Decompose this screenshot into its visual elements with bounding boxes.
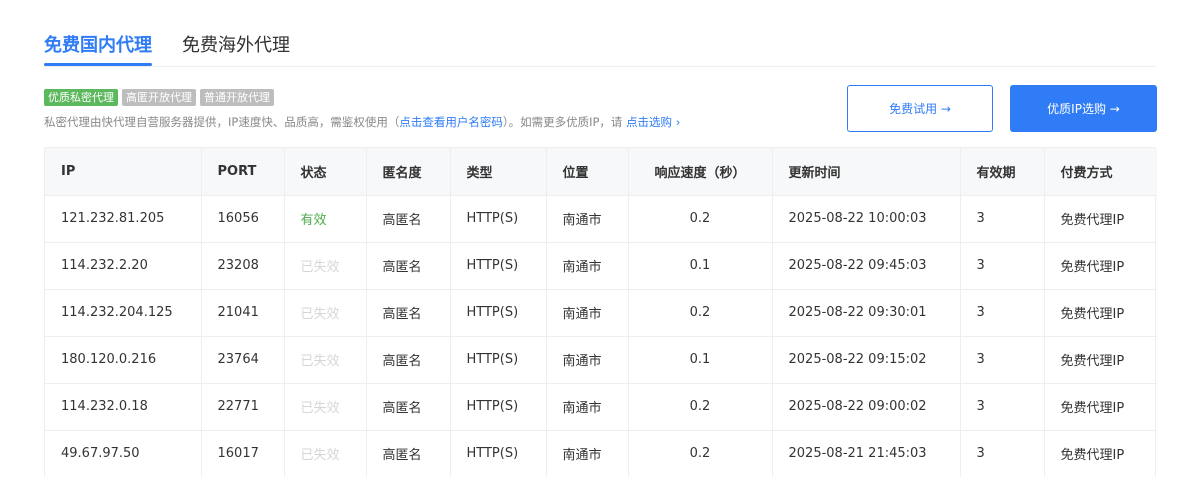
ip-cell: 180.120.0.216: [45, 335, 202, 383]
table-row: 114.232.204.125 21041 已失效 高匿名 HTTP(S) 南通市 0.2 2…: [45, 288, 1157, 336]
proxy-type-tags: 优质私密代理 高匿开放代理 普通开放代理: [44, 89, 274, 106]
ip-cell: 114.232.2.20: [45, 241, 202, 289]
update-time-cell: 2025-08-22 09:15:02: [772, 335, 961, 383]
desc-middle: ）。如需更多优质IP，请: [502, 115, 627, 129]
speed-cell: 0.2: [628, 429, 773, 477]
location-cell: 南通市: [546, 288, 629, 336]
type-cell: HTTP(S): [450, 335, 547, 383]
update-time-cell: 2025-08-22 09:45:03: [772, 241, 961, 289]
port-cell: 22771: [201, 382, 285, 430]
table-row: 114.232.2.20 23208 已失效 高匿名 HTTP(S) 南通市 0.1 2025…: [45, 241, 1157, 289]
table-row: 121.232.81.205 16056 有效 高匿名 HTTP(S) 南通市 0.2 202…: [45, 194, 1157, 242]
update-time-cell: 2025-08-21 21:45:03: [772, 429, 961, 477]
validity-cell: 3: [960, 382, 1045, 430]
update-time-cell: 2025-08-22 09:00:02: [772, 382, 961, 430]
port-cell: 23764: [201, 335, 285, 383]
premium-ip-button[interactable]: 优质IP选购 →: [1010, 85, 1157, 132]
port-cell: 23208: [201, 241, 285, 289]
column-header: 有效期: [960, 148, 1045, 195]
buy-link[interactable]: 点击选购 ›: [626, 115, 680, 129]
payment-cell: 免费代理IP: [1044, 429, 1157, 477]
validity-cell: 3: [960, 288, 1045, 336]
speed-cell: 0.2: [628, 194, 773, 242]
tab-domestic-proxy[interactable]: 免费国内代理: [44, 34, 152, 66]
column-header: 付费方式: [1044, 148, 1157, 195]
speed-cell: 0.1: [628, 241, 773, 289]
port-cell: 16056: [201, 194, 285, 242]
proxy-table: IP PORT 状态 匿名度 类型 位置 响应速度（秒） 更新时间 有效期 付费方式 121.23…: [45, 148, 1157, 477]
anonymity-cell: 高匿名: [366, 382, 451, 430]
desc-prefix: 私密代理由快代理自营服务器提供，IP速度快、品质高，需鉴权使用（: [44, 115, 400, 129]
column-header: 更新时间: [772, 148, 961, 195]
type-cell: HTTP(S): [450, 241, 547, 289]
column-header: 匿名度: [366, 148, 451, 195]
proxy-tabs: 免费国内代理 免费海外代理: [44, 34, 1156, 67]
type-cell: HTTP(S): [450, 288, 547, 336]
ip-cell: 114.232.204.125: [45, 288, 202, 336]
table-header-row: IP PORT 状态 匿名度 类型 位置 响应速度（秒） 更新时间 有效期 付费方式: [45, 148, 1157, 195]
anonymity-cell: 高匿名: [366, 288, 451, 336]
port-cell: 16017: [201, 429, 285, 477]
type-cell: HTTP(S): [450, 429, 547, 477]
status-cell: 已失效: [284, 288, 367, 336]
column-header: IP: [45, 148, 202, 195]
validity-cell: 3: [960, 194, 1045, 242]
payment-cell: 免费代理IP: [1044, 194, 1157, 242]
validity-cell: 3: [960, 241, 1045, 289]
port-cell: 21041: [201, 288, 285, 336]
speed-cell: 0.2: [628, 288, 773, 336]
location-cell: 南通市: [546, 194, 629, 242]
column-header: 类型: [450, 148, 547, 195]
payment-cell: 免费代理IP: [1044, 241, 1157, 289]
status-cell: 已失效: [284, 241, 367, 289]
update-time-cell: 2025-08-22 10:00:03: [772, 194, 961, 242]
update-time-cell: 2025-08-22 09:30:01: [772, 288, 961, 336]
anonymity-cell: 高匿名: [366, 194, 451, 242]
payment-cell: 免费代理IP: [1044, 382, 1157, 430]
speed-cell: 0.2: [628, 382, 773, 430]
tag-normal-open-proxy[interactable]: 普通开放代理: [200, 89, 274, 106]
column-header: 位置: [546, 148, 629, 195]
tab-overseas-proxy[interactable]: 免费海外代理: [182, 34, 290, 66]
table-body: 121.232.81.205 16056 有效 高匿名 HTTP(S) 南通市 0.2 202…: [45, 194, 1157, 477]
status-cell: 已失效: [284, 382, 367, 430]
payment-cell: 免费代理IP: [1044, 335, 1157, 383]
location-cell: 南通市: [546, 241, 629, 289]
status-cell: 已失效: [284, 429, 367, 477]
column-header: 状态: [284, 148, 367, 195]
column-header: 响应速度（秒）: [628, 148, 773, 195]
table-row: 49.67.97.50 16017 已失效 高匿名 HTTP(S) 南通市 0.2 2025-…: [45, 429, 1157, 477]
table-row: 114.232.0.18 22771 已失效 高匿名 HTTP(S) 南通市 0.2 2025…: [45, 382, 1157, 430]
type-cell: HTTP(S): [450, 382, 547, 430]
ip-cell: 121.232.81.205: [45, 194, 202, 242]
view-credentials-link[interactable]: 点击查看用户名密码: [399, 115, 503, 129]
free-trial-button[interactable]: 免费试用 →: [847, 85, 993, 132]
location-cell: 南通市: [546, 382, 629, 430]
validity-cell: 3: [960, 429, 1045, 477]
location-cell: 南通市: [546, 335, 629, 383]
table-row: 180.120.0.216 23764 已失效 高匿名 HTTP(S) 南通市 0.1 202…: [45, 335, 1157, 383]
tag-elite-open-proxy[interactable]: 高匿开放代理: [122, 89, 196, 106]
status-cell: 有效: [284, 194, 367, 242]
location-cell: 南通市: [546, 429, 629, 477]
type-cell: HTTP(S): [450, 194, 547, 242]
description-text: 私密代理由快代理自营服务器提供，IP速度快、品质高，需鉴权使用（点击查看用户名密…: [44, 114, 680, 130]
ip-cell: 114.232.0.18: [45, 382, 202, 430]
payment-cell: 免费代理IP: [1044, 288, 1157, 336]
speed-cell: 0.1: [628, 335, 773, 383]
proxy-table-container: IP PORT 状态 匿名度 类型 位置 响应速度（秒） 更新时间 有效期 付费方式 121.23…: [44, 147, 1157, 477]
anonymity-cell: 高匿名: [366, 429, 451, 477]
column-header: PORT: [201, 148, 285, 195]
status-cell: 已失效: [284, 335, 367, 383]
ip-cell: 49.67.97.50: [45, 429, 202, 477]
tag-private-proxy[interactable]: 优质私密代理: [44, 89, 118, 106]
validity-cell: 3: [960, 335, 1045, 383]
anonymity-cell: 高匿名: [366, 241, 451, 289]
anonymity-cell: 高匿名: [366, 335, 451, 383]
